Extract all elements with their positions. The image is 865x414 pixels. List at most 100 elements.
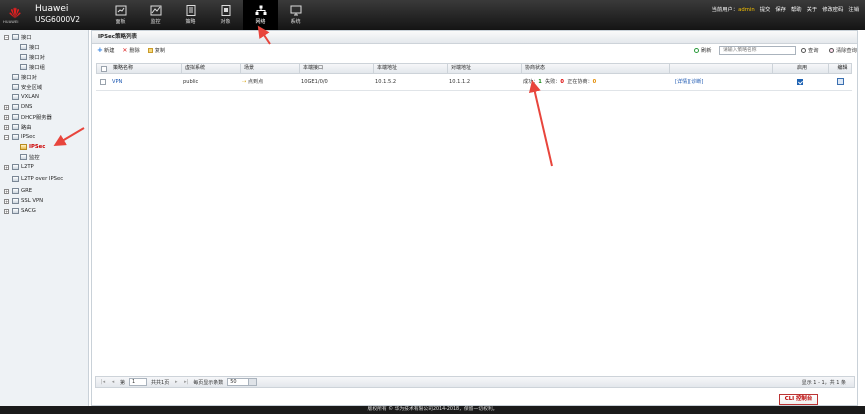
user-bar: 当前用户：admin 提交 保存 帮助 关于 修改密码 注销 <box>712 5 859 13</box>
folder-icon <box>12 208 19 214</box>
nav-network[interactable]: 网络 <box>243 0 278 30</box>
expand-toggle-icon[interactable]: + <box>4 104 9 110</box>
col-negotiation-status[interactable]: 协商状态 <box>521 64 545 73</box>
first-page-icon[interactable]: |◂ <box>100 379 106 385</box>
nav-policy[interactable]: 策略 <box>173 0 208 30</box>
next-page-icon[interactable]: ▸ <box>173 379 179 385</box>
sidebar-item-label: L2TP <box>21 164 34 170</box>
nav-system[interactable]: 系统 <box>278 0 313 30</box>
current-user: admin <box>738 7 755 13</box>
copy-button[interactable]: 复制 <box>147 47 165 54</box>
sidebar-item-sacg[interactable]: + SACG <box>4 206 36 216</box>
col-edit: 编辑 <box>828 64 853 73</box>
sidebar-item-route[interactable]: + 路由 <box>4 122 32 132</box>
cli-console-button[interactable]: CLI 控制台 <box>779 394 818 405</box>
sidebar-item-ipsec[interactable]: − IPSec <box>4 132 35 142</box>
col-policy-name[interactable]: 策略名称 <box>110 64 133 73</box>
query-button[interactable]: 查询 <box>801 47 818 54</box>
sidebar-item-ssl-vpn[interactable]: + SSL VPN <box>4 196 43 206</box>
sidebar-item-interface-group[interactable]: 接口组 <box>20 62 45 72</box>
about-link[interactable]: 关于 <box>807 5 818 13</box>
col-vsys[interactable]: 虚拟系统 <box>181 64 205 73</box>
collapse-toggle-icon[interactable]: − <box>4 34 9 40</box>
nav-dashboard[interactable]: 面板 <box>103 0 138 30</box>
interface-group-icon <box>20 64 27 70</box>
expand-toggle-icon[interactable]: + <box>4 114 9 120</box>
col-local-interface[interactable]: 本端接口 <box>299 64 323 73</box>
help-link[interactable]: 帮助 <box>791 5 802 13</box>
nav-object[interactable]: 对象 <box>208 0 243 30</box>
page-number-input[interactable]: 1 <box>129 378 148 386</box>
sidebar-item-l2tp[interactable]: + L2TP <box>4 162 34 172</box>
clear-query-label: 清除查询 <box>836 48 857 54</box>
per-page-select[interactable]: 50 <box>227 378 258 386</box>
last-page-icon[interactable]: ▸| <box>183 379 189 385</box>
change-password-link[interactable]: 修改密码 <box>822 5 843 13</box>
panel-title: IPSec策略列表 <box>92 31 857 44</box>
sidebar-item-interface-sub[interactable]: 接口 <box>20 42 40 52</box>
device-model: USG6000V2 <box>35 15 81 25</box>
expand-toggle-icon[interactable]: + <box>4 164 9 170</box>
sidebar-item-dhcp[interactable]: + DHCP服务器 <box>4 112 52 122</box>
sidebar-nav-tree: − 接口 接口 接口对 接口组 接口对 安全区域 VXLAN + DNS + DHCP… <box>0 30 89 406</box>
row-checkbox[interactable] <box>100 79 106 85</box>
logo-text: HUAWEI <box>3 20 19 24</box>
sidebar-item-label: 接口 <box>29 45 40 51</box>
nav-monitor[interactable]: 监控 <box>138 0 173 30</box>
sidebar-item-dns[interactable]: + DNS <box>4 102 32 112</box>
policy-icon <box>186 5 195 16</box>
table-row[interactable]: VPN public ⇢ 点到点 10GE1/0/0 10.1.5.2 10.1… <box>96 74 852 91</box>
ipsec-policy-panel: IPSec策略列表 +新建 ✕删除 复制 刷新 查询 清除查询 策略名称 虚拟系… <box>91 30 858 406</box>
edit-icon[interactable] <box>837 78 844 85</box>
policy-name-link[interactable]: VPN <box>109 74 122 90</box>
col-local-address[interactable]: 本端地址 <box>373 64 397 73</box>
per-page-label: 每页显示条数 <box>193 379 224 386</box>
select-all-checkbox[interactable] <box>101 66 107 72</box>
dashboard-icon <box>115 5 126 16</box>
expand-toggle-icon[interactable]: + <box>4 124 9 130</box>
expand-toggle-icon[interactable]: + <box>4 208 9 214</box>
details-diagnose-link[interactable]: [详情][诊断] <box>672 74 703 90</box>
sidebar-item-label: DNS <box>21 104 33 110</box>
col-scene[interactable]: 场景 <box>240 64 254 73</box>
folder-icon <box>12 104 19 110</box>
expand-toggle-icon[interactable]: + <box>4 198 9 204</box>
delete-button[interactable]: ✕ 删除 <box>122 47 139 55</box>
search-icon <box>801 48 806 53</box>
sidebar-item-interface[interactable]: − 接口 <box>4 32 32 42</box>
submit-link[interactable]: 提交 <box>760 5 771 13</box>
sidebar-item-l2tp-over-ipsec[interactable]: L2TP over IPSec <box>12 174 63 184</box>
refresh-icon <box>694 48 699 53</box>
nav-label: 网络 <box>255 19 266 25</box>
sidebar-item-label: L2TP over IPSec <box>21 176 64 182</box>
policy-search-input[interactable] <box>719 46 796 55</box>
sidebar-item-ipsec-policy[interactable]: IPSec <box>20 142 45 152</box>
sidebar-item-security-zone[interactable]: 安全区域 <box>12 82 42 92</box>
refresh-button[interactable]: 刷新 <box>694 47 711 54</box>
page-label: 第 <box>120 379 126 386</box>
add-icon: + <box>97 46 103 54</box>
expand-toggle-icon[interactable]: + <box>4 188 9 194</box>
col-peer-address[interactable]: 对端地址 <box>447 64 471 73</box>
logout-link[interactable]: 注销 <box>848 5 859 13</box>
new-label: 新建 <box>104 48 115 54</box>
prev-page-icon[interactable]: ◂ <box>110 379 116 385</box>
object-icon <box>221 5 230 16</box>
sidebar-item-gre[interactable]: + GRE <box>4 186 32 196</box>
collapse-toggle-icon[interactable]: − <box>4 134 9 140</box>
clear-search-icon <box>829 48 834 53</box>
new-button[interactable]: + 新建 <box>97 46 115 55</box>
enabled-checkbox[interactable] <box>797 79 803 85</box>
sidebar-item-vxlan[interactable]: VXLAN <box>12 92 39 102</box>
clear-query-button[interactable]: 清除查询 <box>829 47 857 54</box>
sidebar-item-ipsec-monitor[interactable]: 监控 <box>20 152 40 162</box>
l2tp-icon <box>12 176 19 182</box>
sidebar-item-interface-pair[interactable]: 接口对 <box>20 52 45 62</box>
save-link[interactable]: 保存 <box>775 5 786 13</box>
sidebar-item-label: DHCP服务器 <box>21 115 52 121</box>
point-to-point-icon: ⇢ <box>242 79 247 85</box>
sidebar-item-interface-pair-root[interactable]: 接口对 <box>12 72 37 82</box>
sidebar-item-label: SACG <box>21 208 36 214</box>
col-enabled[interactable]: 启用 <box>772 64 828 73</box>
sidebar-item-label: 安全区域 <box>21 85 43 91</box>
